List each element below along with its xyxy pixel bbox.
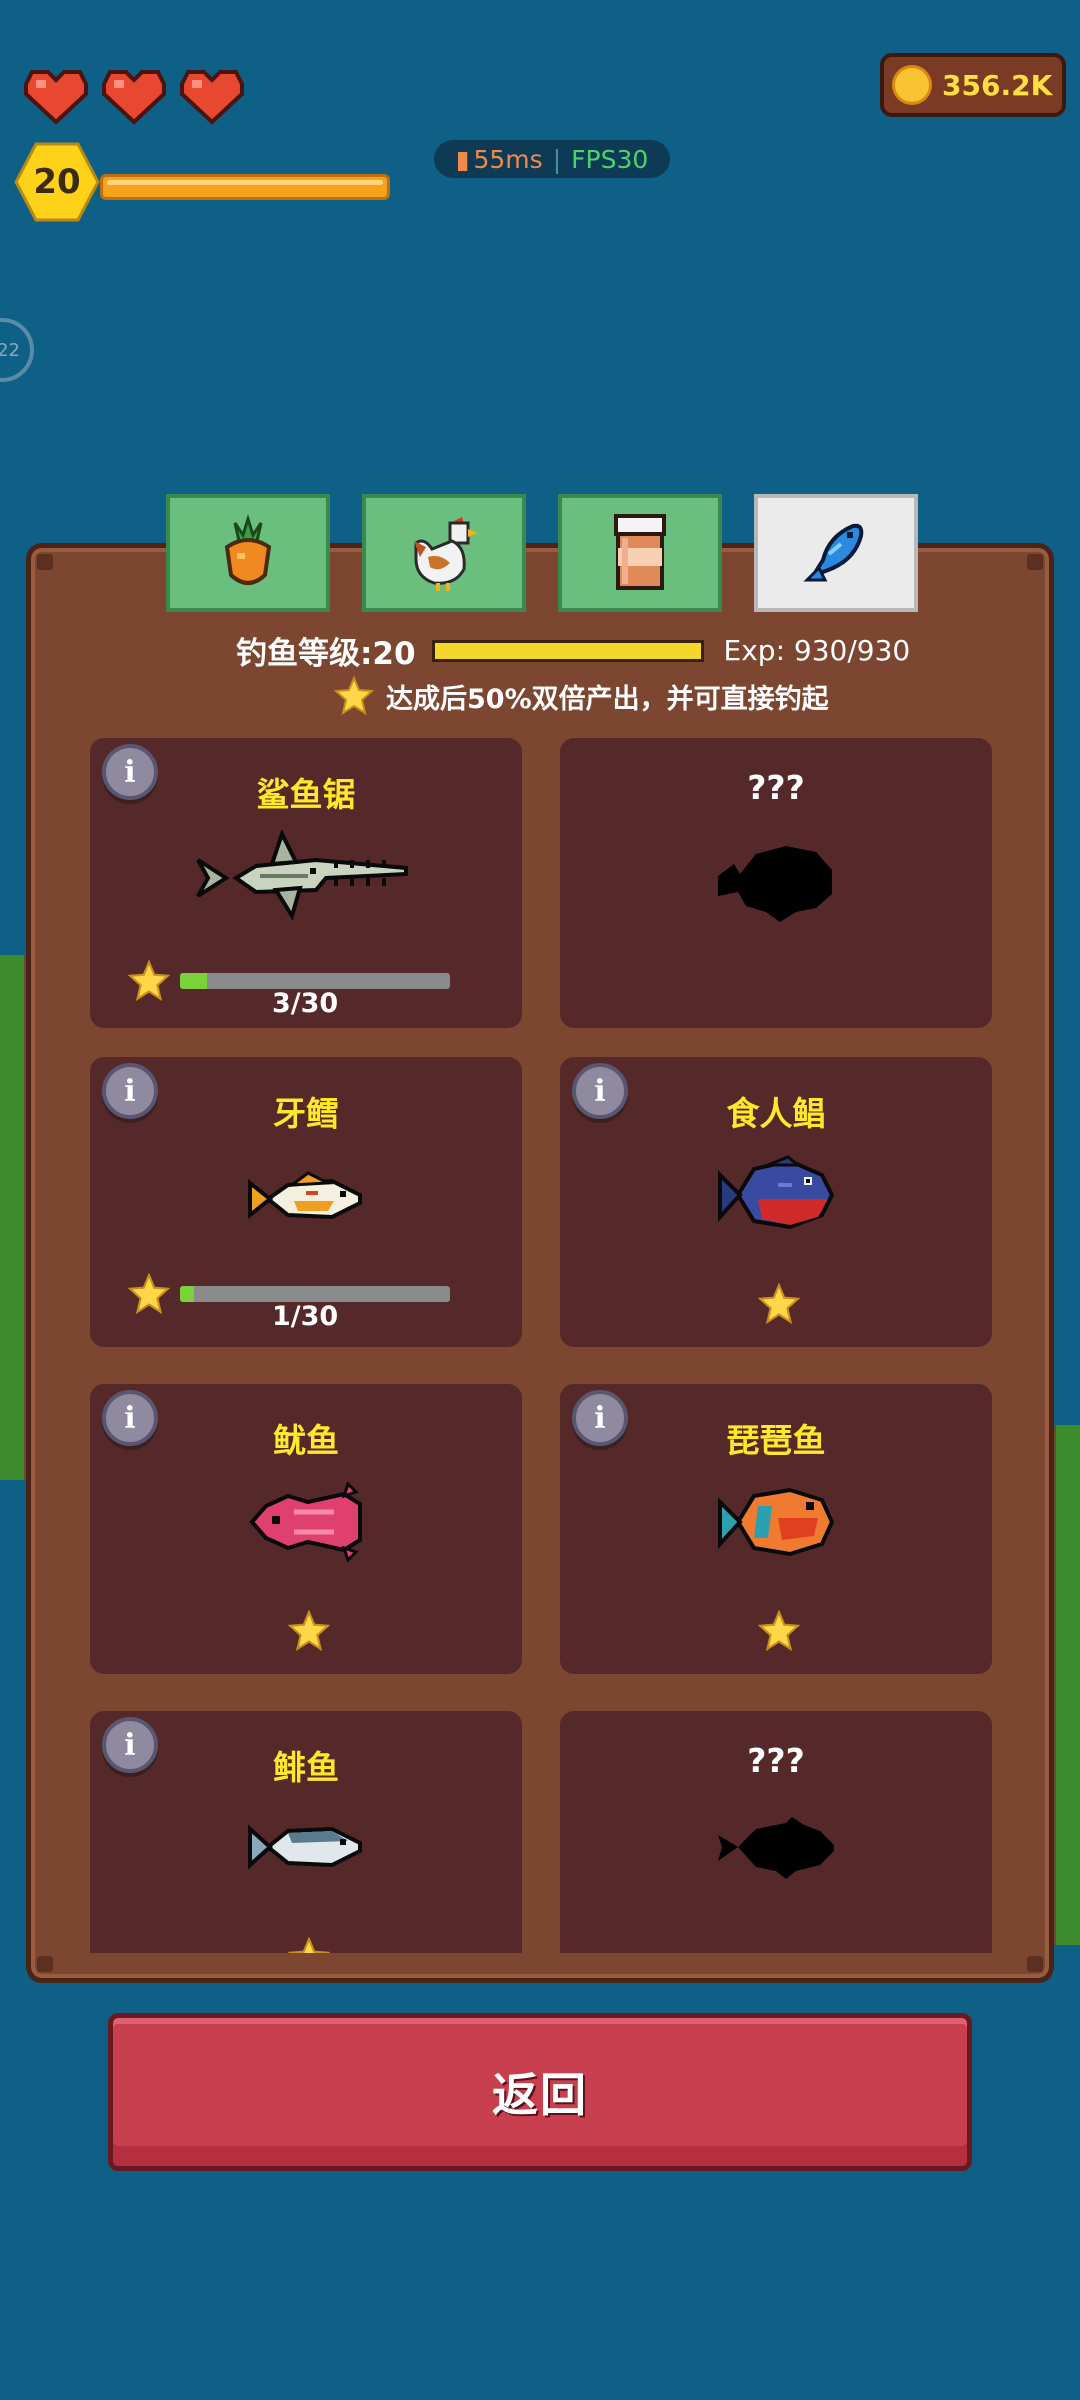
back-button[interactable]: 返回: [108, 2013, 972, 2171]
herring-sprite: [90, 1817, 522, 1877]
lute-fish-sprite: [560, 1482, 992, 1562]
signal-icon: ▮: [455, 144, 470, 174]
fish-name: ???: [747, 1741, 805, 1780]
catch-count: 3/30: [272, 988, 339, 1019]
jar-icon: [614, 514, 666, 590]
fish-card[interactable]: i 鲨鱼锯 3/30: [90, 738, 522, 1028]
coin-amount: 356.2K: [942, 68, 1053, 102]
squid-sprite: [90, 1482, 522, 1562]
carrot-icon: [224, 513, 272, 585]
tab-fish[interactable]: [754, 494, 918, 612]
fish-icon: [803, 523, 864, 582]
fish-card-locked[interactable]: ???: [560, 738, 992, 1028]
coin-counter: 356.2K: [880, 53, 1066, 117]
network-status: ▮ 55ms | FPS30: [434, 140, 670, 178]
fishing-exp-bar: [431, 639, 704, 662]
ping-value: 55ms: [473, 144, 543, 174]
category-tabs: [166, 494, 918, 612]
mastery-bonus-text: 达成后50%双倍产出，并可直接钓起: [386, 683, 829, 715]
fish-card[interactable]: i 鱿鱼: [90, 1384, 522, 1674]
health-hearts: [22, 66, 246, 126]
mastery-bonus-row: 达成后50%双倍产出，并可直接钓起: [334, 676, 829, 716]
chicken-icon: [414, 517, 478, 591]
fish-name: 食人鲳: [726, 1094, 826, 1133]
fish-name: 琵琶鱼: [726, 1421, 826, 1460]
heart-icon: [100, 66, 168, 126]
star-icon: [758, 1283, 800, 1325]
player-xp-bar: [100, 174, 390, 200]
piranha-sprite: [560, 1155, 992, 1235]
fishing-level-label: 钓鱼等级:20: [236, 636, 416, 672]
fish-card[interactable]: i 牙鳕 1/30: [90, 1057, 522, 1347]
tab-crops[interactable]: [166, 494, 330, 612]
unknown-fish-silhouette: [560, 1815, 992, 1881]
fish-card[interactable]: i 琵琶鱼: [560, 1384, 992, 1674]
catch-progress-bar: [180, 1286, 450, 1302]
player-level-badge: 20: [14, 142, 100, 222]
side-menu-button[interactable]: 22: [0, 318, 34, 382]
catch-progress-bar: [180, 973, 450, 989]
fish-collection-grid: i 鲨鱼锯 3/30 ??? i 牙鳕 1/30 i 食人鲳 i 鱿鱼 i 琵琶…: [88, 735, 994, 1953]
player-level: 20: [33, 162, 81, 202]
fps-value: FPS30: [571, 144, 649, 174]
star-icon: [288, 1610, 330, 1652]
fish-card[interactable]: i 鲱鱼: [90, 1711, 522, 1953]
whiting-sprite: [90, 1167, 522, 1231]
heart-icon: [178, 66, 246, 126]
fish-name: 牙鳕: [273, 1094, 339, 1133]
fish-name: 鲱鱼: [273, 1748, 339, 1787]
heart-icon: [22, 66, 90, 126]
fish-name: 鱿鱼: [273, 1421, 339, 1460]
star-icon: [758, 1610, 800, 1652]
fish-card-locked[interactable]: ???: [560, 1711, 992, 1953]
fish-card[interactable]: i 食人鲳: [560, 1057, 992, 1347]
catch-count: 1/30: [272, 1301, 339, 1332]
tab-products[interactable]: [558, 494, 722, 612]
sawfish-sprite: [90, 830, 522, 926]
star-icon: [334, 676, 374, 716]
unknown-fish-silhouette: [560, 840, 992, 922]
star-icon: [288, 1937, 330, 1953]
tab-animals[interactable]: [362, 494, 526, 612]
shore-right: [1050, 1425, 1080, 1945]
fishing-exp-value: Exp: 930/930: [723, 634, 911, 667]
fishing-level-row: 钓鱼等级:20 Exp: 930/930: [236, 628, 910, 673]
back-button-label: 返回: [492, 2068, 588, 2122]
fish-name: 鲨鱼锯: [256, 775, 356, 814]
fish-name: ???: [747, 768, 805, 807]
coin-icon: [892, 65, 932, 105]
